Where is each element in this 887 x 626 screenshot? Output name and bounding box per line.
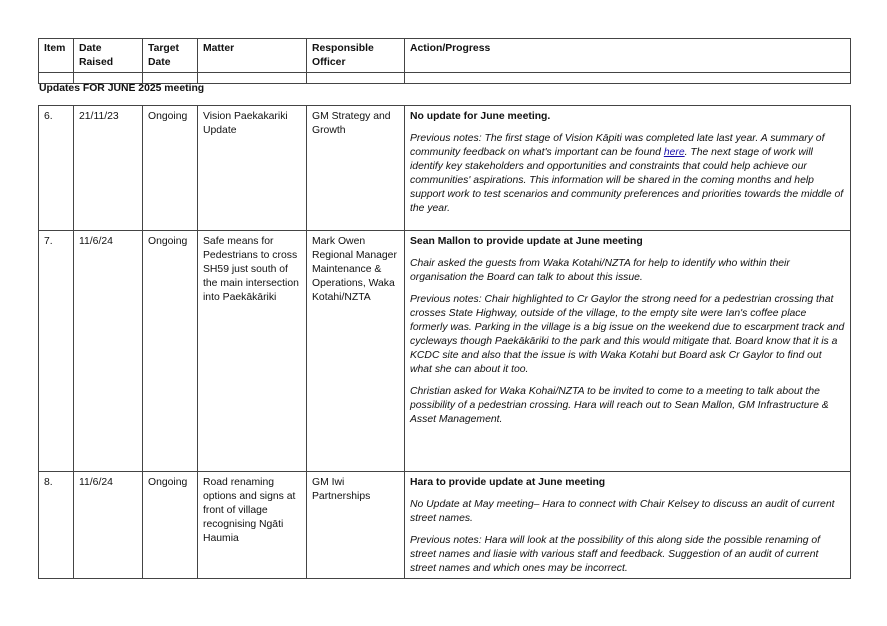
blank-cell bbox=[73, 72, 143, 84]
blank-cell bbox=[197, 72, 307, 84]
table-row: 7. 11/6/24 Ongoing Safe means for Pedest… bbox=[38, 230, 851, 472]
action-heading: Sean Mallon to provide update at June me… bbox=[410, 236, 643, 247]
action-paragraph: Previous notes: The first stage of Visio… bbox=[410, 132, 845, 216]
cell-date-raised: 11/6/24 bbox=[73, 471, 143, 579]
table-row: 6. 21/11/23 Ongoing Vision Paekakariki U… bbox=[38, 105, 851, 231]
header-target-date: Target Date bbox=[142, 38, 198, 73]
cell-matter: Road renaming options and signs at front… bbox=[197, 471, 307, 579]
cell-item: 8. bbox=[38, 471, 74, 579]
cell-officer: GM Iwi Partnerships bbox=[306, 471, 405, 579]
cell-action: Sean Mallon to provide update at June me… bbox=[404, 230, 851, 472]
header-date-raised: Date Raised bbox=[73, 38, 143, 73]
header-item: Item bbox=[38, 38, 74, 73]
blank-cell bbox=[142, 72, 198, 84]
blank-row bbox=[38, 72, 851, 84]
section-heading: Updates FOR JUNE 2025 meeting bbox=[39, 83, 205, 94]
blank-cell bbox=[38, 72, 74, 84]
cell-target-date: Ongoing bbox=[142, 230, 198, 472]
action-paragraph: Christian asked for Waka Kohai/NZTA to b… bbox=[410, 386, 829, 425]
blank-cell bbox=[404, 72, 851, 84]
header-table: Item Date Raised Target Date Matter Resp… bbox=[38, 38, 851, 84]
cell-action: No update for June meeting. Previous not… bbox=[404, 105, 851, 231]
table-row: 8. 11/6/24 Ongoing Road renaming options… bbox=[38, 471, 851, 579]
cell-action: Hara to provide update at June meeting N… bbox=[404, 471, 851, 579]
action-heading: Hara to provide update at June meeting bbox=[410, 477, 606, 488]
cell-target-date: Ongoing bbox=[142, 471, 198, 579]
cell-officer: GM Strategy and Growth bbox=[306, 105, 405, 231]
cell-date-raised: 21/11/23 bbox=[73, 105, 143, 231]
action-heading: No update for June meeting. bbox=[410, 111, 551, 122]
cell-item: 7. bbox=[38, 230, 74, 472]
cell-matter: Safe means for Pedestrians to cross SH59… bbox=[197, 230, 307, 472]
here-link[interactable]: here bbox=[664, 147, 685, 158]
action-paragraph: Previous notes: Chair highlighted to Cr … bbox=[410, 294, 845, 375]
cell-date-raised: 11/6/24 bbox=[73, 230, 143, 472]
cell-item: 6. bbox=[38, 105, 74, 231]
header-responsible-officer: Responsible Officer bbox=[306, 38, 405, 73]
cell-officer: Mark Owen Regional Manager Maintenance &… bbox=[306, 230, 405, 472]
action-paragraph: Chair asked the guests from Waka Kotahi/… bbox=[410, 258, 790, 283]
cell-matter: Vision Paekakariki Update bbox=[197, 105, 307, 231]
action-paragraph: No Update at May meeting– Hara to connec… bbox=[410, 499, 835, 524]
blank-cell bbox=[306, 72, 405, 84]
header-row: Item Date Raised Target Date Matter Resp… bbox=[38, 38, 851, 73]
header-matter: Matter bbox=[197, 38, 307, 73]
cell-target-date: Ongoing bbox=[142, 105, 198, 231]
action-paragraph: Previous notes: Hara will look at the po… bbox=[410, 535, 821, 574]
updates-table: 6. 21/11/23 Ongoing Vision Paekakariki U… bbox=[38, 105, 851, 579]
header-action-progress: Action/Progress bbox=[404, 38, 851, 73]
